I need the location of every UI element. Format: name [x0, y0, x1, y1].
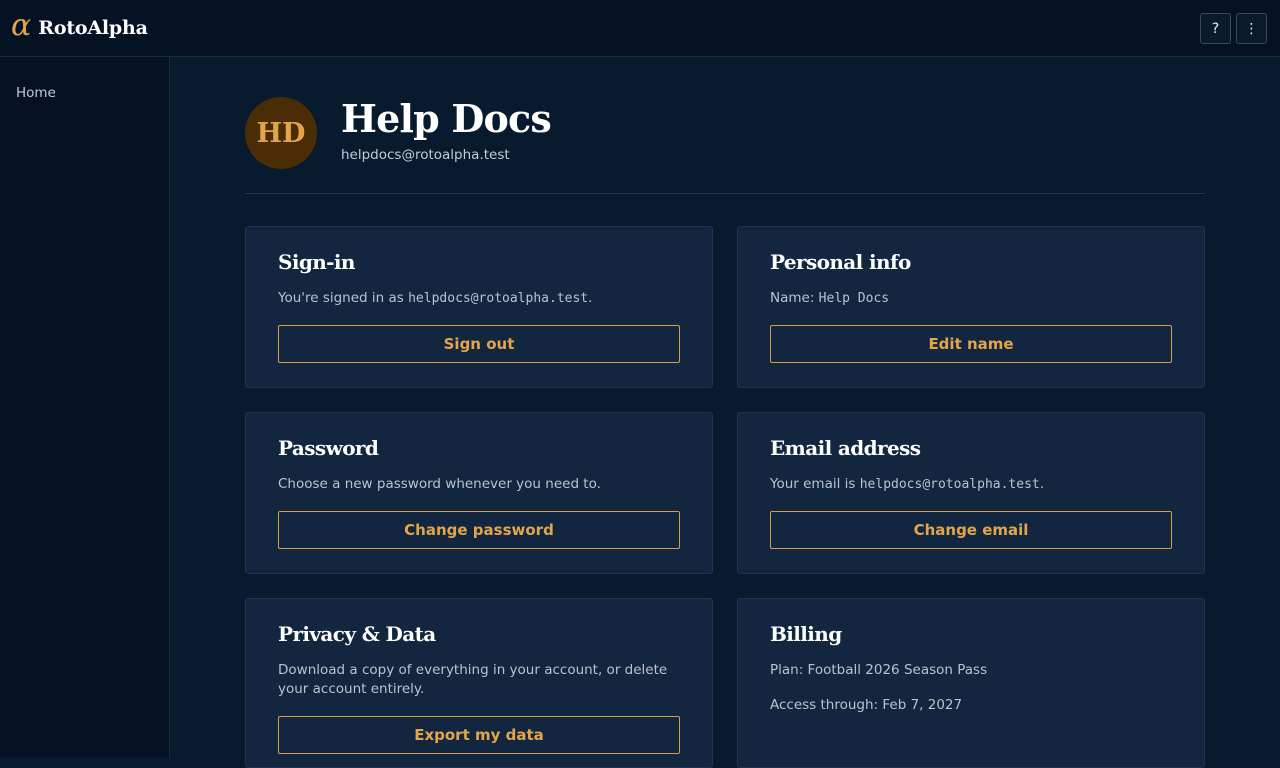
more-menu-icon[interactable]: ⋮: [1236, 13, 1267, 44]
card-title: Personal info: [770, 250, 911, 274]
edit-name-button[interactable]: Edit name: [770, 325, 1172, 363]
top-bar: α RotoAlpha ? ⋮: [0, 0, 1280, 57]
card-billing: Billing Plan: Football 2026 Season Pass …: [737, 598, 1205, 768]
card-title: Email address: [770, 436, 921, 460]
card-privacy-data: Privacy & Data Download a copy of everyt…: [245, 598, 713, 768]
card-text: Choose a new password whenever you need …: [278, 476, 601, 492]
brand-logo[interactable]: α RotoAlpha: [11, 8, 148, 44]
card-password: Password Choose a new password whenever …: [245, 412, 713, 574]
card-title: Sign-in: [278, 250, 355, 274]
card-personal-info: Personal info Name: Help Docs Edit name: [737, 226, 1205, 388]
profile-email: helpdocs@rotoalpha.test: [341, 147, 510, 163]
alpha-logo-icon: α: [11, 8, 32, 43]
sign-out-button[interactable]: Sign out: [278, 325, 680, 363]
app-name: RotoAlpha: [38, 17, 148, 39]
divider: [245, 193, 1205, 194]
card-text: You're signed in as helpdocs@rotoalpha.t…: [278, 290, 593, 306]
card-title: Billing: [770, 622, 842, 646]
change-password-button[interactable]: Change password: [278, 511, 680, 549]
avatar: HD: [245, 97, 317, 169]
sidebar-item-home[interactable]: Home: [16, 85, 56, 101]
card-text: Your email is helpdocs@rotoalpha.test.: [770, 476, 1045, 492]
card-text: Name: Help Docs: [770, 290, 890, 306]
change-email-button[interactable]: Change email: [770, 511, 1172, 549]
card-sign-in: Sign-in You're signed in as helpdocs@rot…: [245, 226, 713, 388]
billing-plan: Plan: Football 2026 Season Pass: [770, 662, 988, 678]
card-text: Download a copy of everything in your ac…: [278, 662, 668, 697]
card-title: Privacy & Data: [278, 622, 436, 646]
sidebar: Home: [0, 57, 170, 757]
page-title: Help Docs: [341, 96, 552, 141]
help-button[interactable]: ?: [1200, 13, 1231, 44]
billing-access: Access through: Feb 7, 2027: [770, 697, 963, 713]
card-title: Password: [278, 436, 379, 460]
card-email-address: Email address Your email is helpdocs@rot…: [737, 412, 1205, 574]
export-data-button[interactable]: Export my data: [278, 716, 680, 754]
